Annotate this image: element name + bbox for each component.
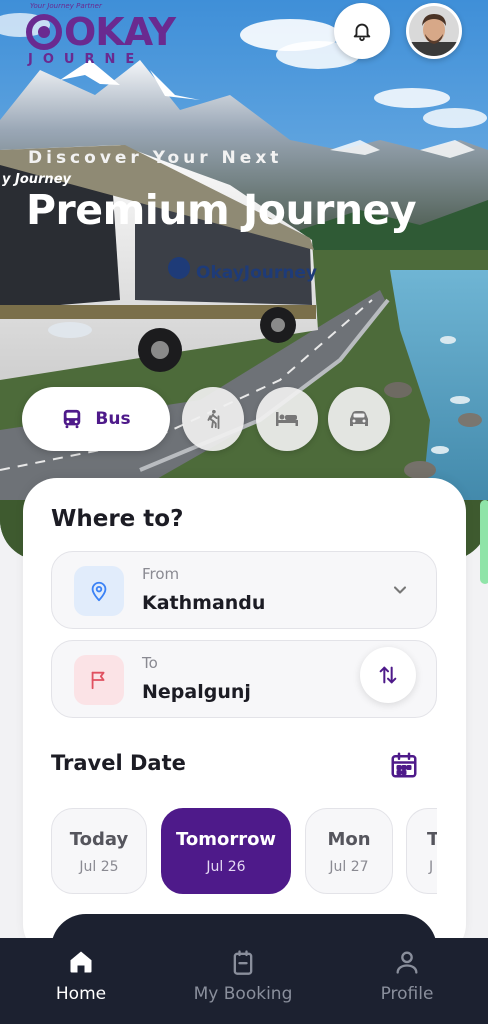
- logo-tagline: Your Journey Partner: [30, 2, 102, 10]
- bus-icon: [64, 409, 81, 429]
- date-chip-mon[interactable]: Mon Jul 27: [305, 808, 393, 894]
- to-label: To: [142, 654, 158, 672]
- date-chip-day: Mon: [327, 829, 371, 850]
- profile-icon: [396, 951, 418, 974]
- hero-kicker: Discover Your Next: [28, 148, 283, 168]
- home-icon: [70, 951, 92, 973]
- swap-locations-button[interactable]: [360, 647, 416, 703]
- swap-icon: [379, 666, 397, 684]
- chevron-down-icon[interactable]: [390, 580, 410, 600]
- logo-wordmark: OKAY: [64, 10, 176, 54]
- logo-mark-icon: [26, 14, 62, 50]
- location-pin-icon: [91, 581, 107, 602]
- avatar[interactable]: [406, 3, 462, 59]
- date-chip-tomorrow[interactable]: Tomorrow Jul 26: [161, 808, 291, 894]
- booking-icon: [233, 950, 253, 975]
- nav-home[interactable]: Home: [0, 938, 162, 1024]
- mode-bus-label: Bus: [95, 409, 131, 429]
- date-chip-date: Jul 27: [329, 859, 369, 875]
- hiking-icon: [207, 409, 220, 430]
- flag-icon: [91, 671, 105, 690]
- calendar-icon[interactable]: [389, 750, 419, 780]
- bottom-navigation: Home My Booking Profile: [0, 938, 488, 1024]
- date-chip-date: J: [429, 859, 434, 875]
- date-chip-day: Today: [69, 829, 129, 850]
- bus-brand-text: OkayJourney: [196, 263, 317, 283]
- nav-home-label: Home: [55, 984, 107, 1004]
- date-chip-date: Jul 26: [206, 859, 246, 875]
- bed-icon: [276, 412, 298, 426]
- from-value: Kathmandu: [142, 592, 266, 614]
- hero-background-image: OkayJourney y Journey: [0, 0, 488, 560]
- travel-date-title: Travel Date: [51, 751, 186, 775]
- to-field[interactable]: To Nepalgunj: [51, 640, 437, 718]
- date-chip-day: T: [427, 829, 437, 850]
- car-icon: [350, 411, 368, 426]
- to-value: Nepalgunj: [142, 681, 251, 703]
- mode-car-button[interactable]: [328, 387, 390, 451]
- nav-my-booking-label: My Booking: [193, 984, 293, 1004]
- notifications-button[interactable]: [334, 3, 390, 59]
- hero-banner: OkayJourney y Journey Your Journey Partn…: [0, 0, 488, 560]
- from-label: From: [142, 565, 180, 583]
- mode-bus-button[interactable]: Bus: [22, 387, 170, 451]
- nav-my-booking[interactable]: My Booking: [162, 938, 324, 1024]
- to-icon-box: [74, 655, 124, 705]
- mode-trekking-button[interactable]: [182, 387, 244, 451]
- nav-profile[interactable]: Profile: [326, 938, 488, 1024]
- bell-icon: [353, 23, 371, 42]
- date-chip-next[interactable]: T J: [406, 808, 437, 894]
- hero-title: Premium Journey: [26, 186, 417, 234]
- windshield-text: y Journey: [2, 172, 72, 187]
- date-chip-day: Tomorrow: [175, 829, 277, 850]
- app-logo[interactable]: Your Journey Partner OKAY JOURNE: [22, 2, 176, 68]
- logo-subtext: JOURNE: [28, 52, 145, 67]
- search-card: Where to? From Kathmandu To Nepalgunj Tr…: [23, 478, 466, 984]
- date-chip-date: Jul 25: [79, 859, 119, 875]
- search-title: Where to?: [51, 506, 184, 532]
- side-handle[interactable]: [480, 500, 488, 584]
- mode-hotel-button[interactable]: [256, 387, 318, 451]
- nav-profile-label: Profile: [380, 984, 434, 1004]
- date-chip-today[interactable]: Today Jul 25: [51, 808, 147, 894]
- from-field[interactable]: From Kathmandu: [51, 551, 437, 629]
- user-avatar-image: [409, 6, 459, 56]
- from-icon-box: [74, 566, 124, 616]
